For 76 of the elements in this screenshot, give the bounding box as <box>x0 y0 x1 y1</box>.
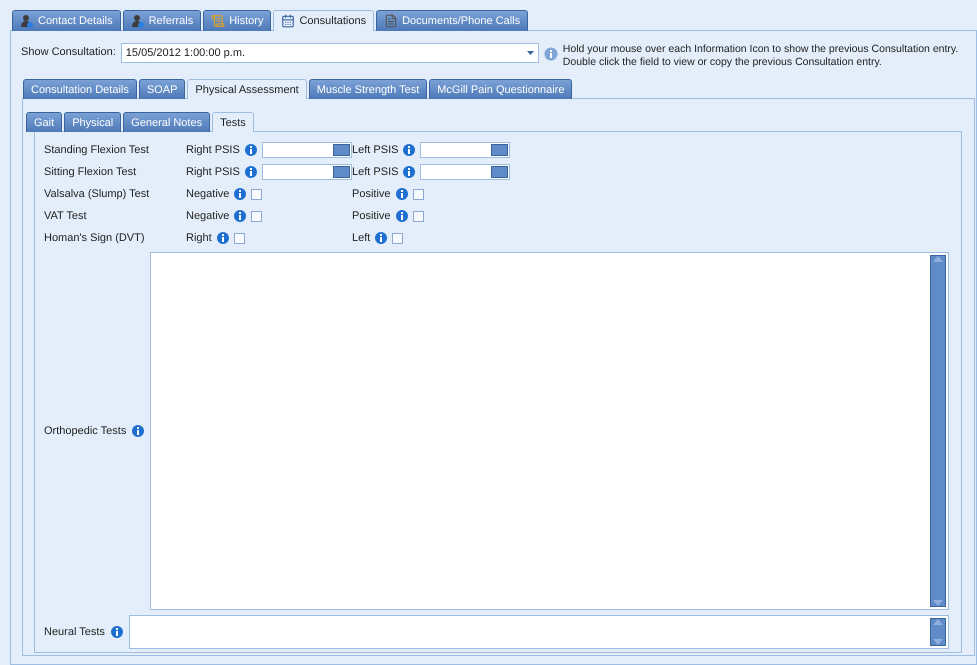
tab[interactable]: Consultation Details <box>23 79 137 99</box>
option-label: Right <box>186 232 212 244</box>
person-icon <box>20 14 34 28</box>
tab[interactable]: SOAP <box>138 79 186 99</box>
field-button[interactable] <box>491 144 508 156</box>
test-label: VAT Test <box>44 210 88 222</box>
tab[interactable]: History <box>203 10 272 31</box>
test-label: Standing Flexion Test <box>44 144 150 156</box>
scroll-icon <box>211 14 226 28</box>
field-label: Orthopedic Tests <box>44 425 126 437</box>
text-field[interactable] <box>262 164 352 180</box>
option-label: Right PSIS <box>186 144 240 156</box>
tab[interactable]: Contact Details <box>12 10 121 31</box>
info-icon <box>375 232 388 244</box>
field-button[interactable] <box>332 144 350 156</box>
scrollbar[interactable] <box>930 618 946 646</box>
info-icon <box>244 166 257 178</box>
info-icon <box>110 626 123 638</box>
option-label: Left PSIS <box>352 144 398 156</box>
option-label: Negative <box>186 188 230 200</box>
option-label: Positive <box>352 210 391 222</box>
scroll-down-arrow-icon <box>933 600 943 606</box>
info-icon <box>244 144 257 156</box>
scroll-down-arrow-icon <box>933 639 943 645</box>
tab[interactable]: Physical <box>64 112 122 132</box>
tab[interactable]: McGill Pain Questionnaire <box>429 79 572 99</box>
checkbox[interactable] <box>251 188 262 200</box>
test-label: Homan's Sign (DVT) <box>44 232 146 244</box>
test-label: Valsalva (Slump) Test <box>44 188 150 200</box>
info-icon <box>234 188 246 200</box>
tab[interactable]: Muscle Strength Test <box>308 79 428 99</box>
hint-text: Double click the field to view or copy the previous Consultation entry. <box>562 56 883 69</box>
tab[interactable]: Physical Assessment <box>187 79 307 99</box>
person-icon <box>130 14 145 28</box>
checkbox[interactable] <box>412 188 424 200</box>
tab[interactable]: Documents/Phone Calls <box>376 10 528 31</box>
checkbox[interactable] <box>251 210 262 222</box>
scrollbar[interactable] <box>930 255 946 607</box>
text-area[interactable] <box>128 615 949 649</box>
option-label: Positive <box>352 188 391 200</box>
text-field[interactable] <box>420 142 510 158</box>
field-button[interactable] <box>491 166 508 178</box>
text-area[interactable] <box>150 252 949 610</box>
tab[interactable]: Tests <box>212 112 254 132</box>
scroll-up-arrow-icon <box>933 256 943 262</box>
text-field[interactable] <box>262 142 352 158</box>
option-label: Right PSIS <box>186 166 240 178</box>
consultation-dropdown[interactable]: 15/05/2012 1:00:00 p.m. <box>120 43 539 63</box>
tab[interactable]: Gait <box>26 112 62 132</box>
info-icon <box>403 144 416 156</box>
calendar-icon <box>281 14 296 28</box>
dropdown-arrow-icon <box>526 51 534 55</box>
field-label: Show Consultation: <box>21 45 116 58</box>
info-icon <box>403 166 416 178</box>
info-icon <box>132 425 144 437</box>
scroll-up-arrow-icon <box>933 619 943 625</box>
field-label: Neural Tests <box>44 626 105 638</box>
tab[interactable]: General Notes <box>123 112 210 132</box>
info-icon <box>234 210 246 222</box>
text-field[interactable] <box>420 164 510 180</box>
test-label: Sitting Flexion Test <box>44 166 138 178</box>
option-label: Left <box>352 232 370 244</box>
tab[interactable]: Referrals <box>122 10 202 31</box>
checkbox[interactable] <box>392 232 404 244</box>
info-icon <box>216 232 229 244</box>
info-icon <box>396 210 408 222</box>
info-icon <box>544 47 558 61</box>
checkbox[interactable] <box>412 210 424 222</box>
option-label: Left PSIS <box>352 166 398 178</box>
tab[interactable]: Consultations <box>273 10 374 31</box>
option-label: Negative <box>186 210 230 222</box>
hint-text: Hold your mouse over each Information Icon to show the previous Consultation entry. <box>562 43 958 56</box>
field-button[interactable] <box>332 166 350 178</box>
checkbox[interactable] <box>234 232 245 244</box>
info-icon <box>396 188 408 200</box>
document-icon <box>384 14 398 28</box>
